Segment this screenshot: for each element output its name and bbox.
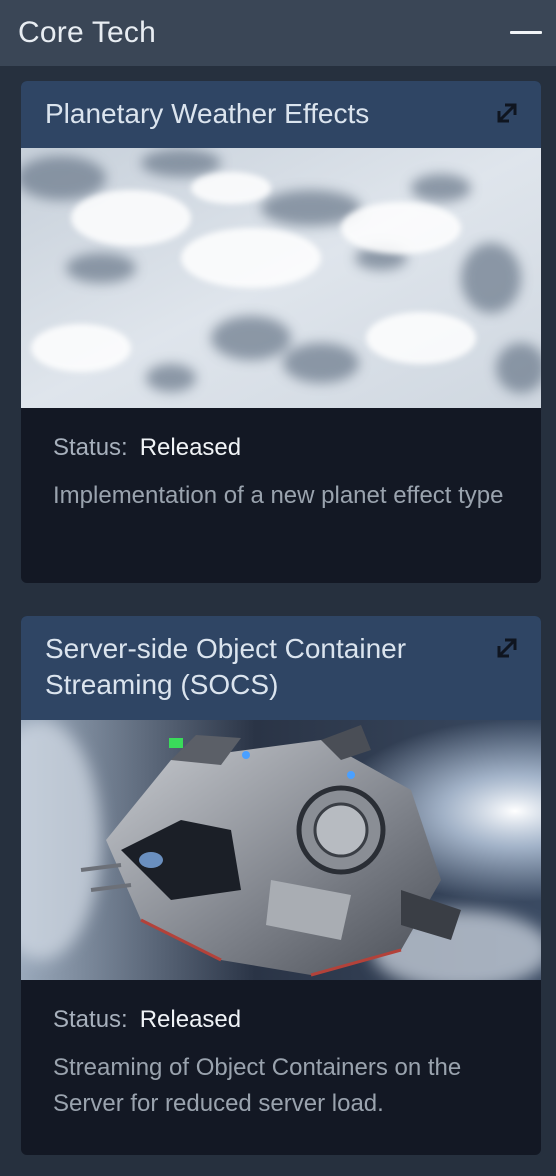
card-title: Server-side Object Container Streaming (… (45, 633, 407, 700)
card-header[interactable]: Server-side Object Container Streaming (… (21, 616, 541, 720)
status-line: Status: Released (53, 432, 509, 464)
external-link-icon[interactable] (495, 636, 519, 660)
status-label: Status: (53, 1006, 128, 1033)
panel-title: Core Tech (18, 16, 156, 49)
status-line: Status: Released (53, 1004, 509, 1036)
status-value: Released (139, 434, 242, 461)
card-body: Status: Released Implementation of a new … (21, 408, 541, 514)
card-title: Planetary Weather Effects (45, 98, 370, 129)
roadmap-card: Planetary Weather Effects Status: Releas… (21, 81, 541, 583)
card-description: Streaming of Object Containers on the Se… (53, 1054, 462, 1117)
panel-header: Core Tech (0, 0, 556, 66)
card-description: Implementation of a new planet effect ty… (53, 482, 504, 509)
card-body: Status: Released Streaming of Object Cont… (21, 980, 541, 1122)
minus-icon (510, 31, 542, 34)
spaceship-over-planet-image (21, 720, 541, 980)
external-link-icon[interactable] (495, 101, 519, 125)
collapse-button[interactable] (508, 18, 544, 48)
status-label: Status: (53, 434, 128, 461)
cloud-layer-aerial-image (21, 148, 541, 408)
card-header[interactable]: Planetary Weather Effects (21, 81, 541, 148)
roadmap-card: Server-side Object Container Streaming (… (21, 616, 541, 1155)
status-value: Released (139, 1006, 242, 1033)
core-tech-panel: Core Tech Planetary Weather Effects Stat… (0, 0, 556, 1176)
